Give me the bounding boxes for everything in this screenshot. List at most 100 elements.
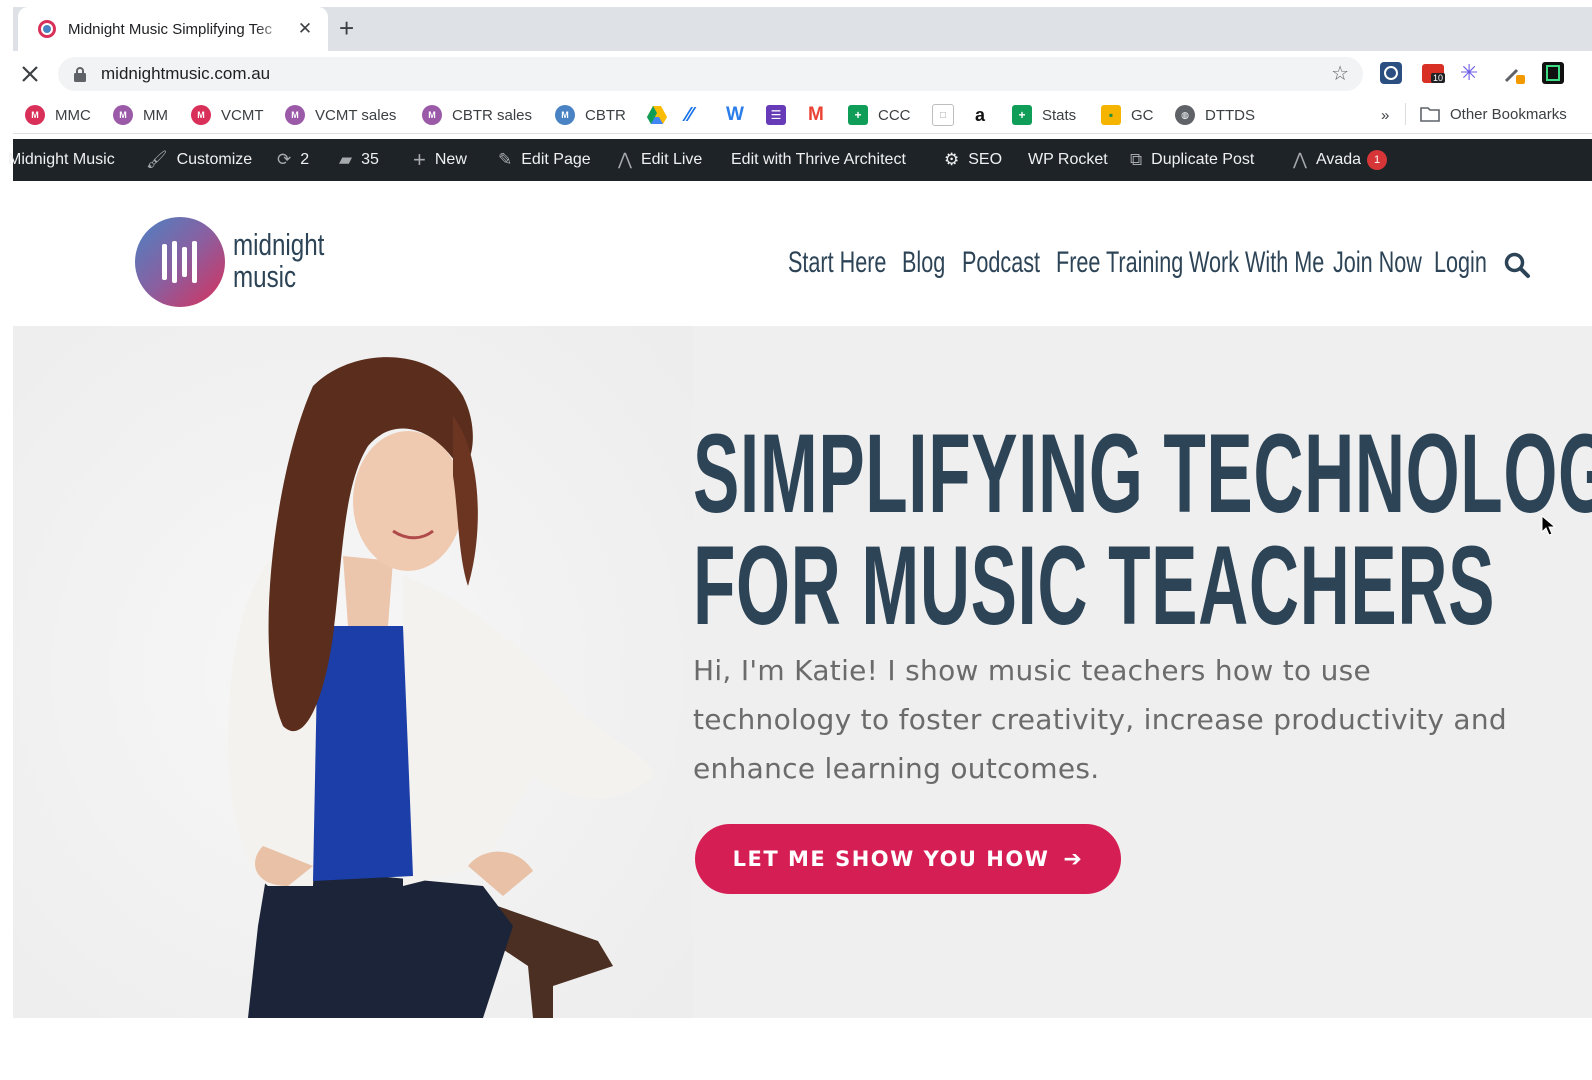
sheets-icon: + (848, 105, 868, 125)
updates-icon: ⟳ (277, 150, 292, 169)
nav-login[interactable]: Login (1434, 243, 1487, 283)
bookmark-label: CBTR (585, 106, 626, 124)
midnight-music-favicon-icon (36, 18, 58, 40)
page-below-hero (13, 1018, 1592, 1080)
midnight-music-icon: M (285, 105, 305, 125)
amazon-icon[interactable]: a (975, 103, 985, 127)
admin-wp-rocket[interactable]: WP Rocket (1028, 139, 1108, 181)
logo-line-2: music (233, 259, 297, 294)
headline-line-2: FOR MUSIC TEACHERS (693, 523, 1496, 648)
hero-headline: SIMPLIFYING TECHNOLOGY FOR MUSIC TEACHER… (693, 418, 1592, 642)
sheets-icon: + (1012, 105, 1032, 125)
google-drive-icon[interactable] (646, 103, 668, 127)
nav-podcast[interactable]: Podcast (962, 243, 1040, 283)
w-app-icon[interactable]: W (726, 103, 744, 127)
admin-edit-live[interactable]: ⋀ Edit Live (618, 139, 702, 181)
eyedropper-extension-icon[interactable] (1502, 61, 1526, 85)
admin-thrive-architect[interactable]: Edit with Thrive Architect (731, 139, 906, 181)
let-me-show-you-how-button[interactable]: LET ME SHOW YOU HOW ➔ (695, 824, 1121, 894)
admin-seo-label: SEO (968, 151, 1003, 168)
new-tab-icon[interactable]: + (339, 15, 354, 41)
admin-thrive-label: Edit with Thrive Architect (731, 151, 906, 168)
bookmark-label: CCC (878, 106, 911, 124)
admin-edit-live-label: Edit Live (640, 151, 703, 168)
wp-admin-bar: Midnight Music 🖌 Customize ⟳ 2 ▰ 35 + Ne… (8, 139, 1592, 181)
pencil-icon: ✎ (498, 150, 513, 169)
admin-edit-page-label: Edit Page (521, 151, 591, 168)
nav-free-training[interactable]: Free Training (1056, 243, 1183, 283)
bookmark-label: VCMT (221, 106, 264, 124)
bookmark-mmc[interactable]: M MMC (25, 103, 91, 127)
tab-title: Midnight Music Simplifying Tec (68, 20, 272, 38)
nav-start-here[interactable]: Start Here (788, 243, 886, 283)
tab-close-icon[interactable]: ✕ (296, 19, 314, 39)
admin-duplicate-label: Duplicate Post (1151, 151, 1255, 168)
logo-wordmark[interactable]: midnight music (233, 229, 324, 293)
extension-icon[interactable] (1379, 61, 1403, 85)
nav-work-with-me[interactable]: Work With Me (1189, 243, 1324, 283)
admin-seo[interactable]: ⚙ SEO (944, 139, 1002, 181)
bookmark-vcmt-sales[interactable]: M VCMT sales (285, 103, 396, 127)
search-icon[interactable] (1503, 251, 1531, 279)
midnight-music-icon: M (113, 105, 133, 125)
admin-new[interactable]: + New (413, 139, 467, 181)
slash-app-icon[interactable]: ⁄⁄ (686, 103, 693, 127)
admin-wp-rocket-label: WP Rocket (1028, 151, 1108, 168)
bookmark-label: Stats (1042, 106, 1077, 124)
midnight-music-logo-icon[interactable] (135, 217, 225, 307)
bookmark-mm[interactable]: M MM (113, 103, 168, 127)
nav-join-now[interactable]: Join Now (1333, 243, 1422, 283)
plus-icon: + (413, 147, 426, 172)
admin-duplicate-post[interactable]: ⧉ Duplicate Post (1130, 139, 1254, 181)
blank-page-icon[interactable]: □ (932, 103, 954, 127)
bookmark-gc[interactable]: ▪ GC (1101, 103, 1154, 127)
sparkle-extension-icon[interactable]: ✳ (1460, 61, 1484, 85)
calendar-extension-icon[interactable]: 10 (1421, 61, 1446, 85)
address-bar[interactable]: midnightmusic.com.au ☆ (58, 57, 1363, 91)
bookmark-star-icon[interactable]: ☆ (1331, 64, 1349, 84)
brush-icon: 🖌 (146, 150, 168, 169)
other-bookmarks[interactable]: Other Bookmarks (1405, 103, 1567, 125)
bookmark-cbtr-sales[interactable]: M CBTR sales (422, 103, 532, 127)
globe-icon: ◍ (1175, 105, 1195, 125)
bookmark-ccc[interactable]: + CCC (848, 103, 911, 127)
browser-tab[interactable]: Midnight Music Simplifying Tec ✕ (18, 7, 328, 51)
admin-customize[interactable]: 🖌 Customize (146, 139, 252, 181)
seo-gear-icon: ⚙ (944, 150, 960, 169)
extension-badge: 10 (1431, 73, 1446, 83)
admin-avada[interactable]: ⋀ Avada 1 (1293, 139, 1388, 181)
bookmarks-overflow-icon[interactable]: » (1381, 103, 1389, 127)
admin-customize-label: Customize (176, 151, 253, 168)
admin-comments[interactable]: ▰ 35 (339, 139, 379, 181)
bookmark-cbtr[interactable]: M CBTR (555, 103, 626, 127)
bookmark-label: DTTDS (1205, 106, 1255, 124)
avada-icon: ⋀ (618, 150, 632, 169)
hero-section: SIMPLIFYING TECHNOLOGY FOR MUSIC TEACHER… (13, 326, 1592, 1018)
avada-notification-badge: 1 (1367, 150, 1388, 170)
bookmark-label: MM (143, 106, 168, 124)
stop-loading-icon[interactable] (19, 63, 41, 85)
bookmark-dttds[interactable]: ◍ DTTDS (1175, 103, 1255, 127)
admin-site-name[interactable]: Midnight Music (8, 139, 115, 181)
bookmark-stats[interactable]: + Stats (1012, 103, 1076, 127)
bookmark-label: CBTR sales (452, 106, 533, 124)
bookmarks-bar: M MMC M MM M VCMT M VCMT sales M CBTR sa… (13, 97, 1592, 134)
admin-edit-page[interactable]: ✎ Edit Page (498, 139, 591, 181)
katie-portrait-photo (13, 326, 693, 1018)
logo-line-1: midnight (233, 227, 325, 262)
bookmark-label: GC (1131, 106, 1154, 124)
lock-icon (74, 67, 86, 82)
classroom-icon: ▪ (1101, 105, 1121, 125)
midnight-music-icon: M (422, 105, 442, 125)
forms-icon[interactable]: ☰ (766, 103, 786, 127)
hero-intro-text: Hi, I'm Katie! I show music teachers how… (693, 654, 1507, 785)
url-text[interactable]: midnightmusic.com.au (101, 64, 270, 84)
gmail-icon[interactable]: M (808, 103, 824, 127)
duplicate-icon: ⧉ (1130, 150, 1143, 169)
midnight-music-icon: M (555, 105, 575, 125)
admin-comments-count: 35 (361, 151, 379, 168)
nav-blog[interactable]: Blog (902, 243, 945, 283)
bookmark-vcmt[interactable]: M VCMT (191, 103, 264, 127)
dark-extension-icon[interactable] (1541, 61, 1565, 85)
admin-updates[interactable]: ⟳ 2 (277, 139, 309, 181)
